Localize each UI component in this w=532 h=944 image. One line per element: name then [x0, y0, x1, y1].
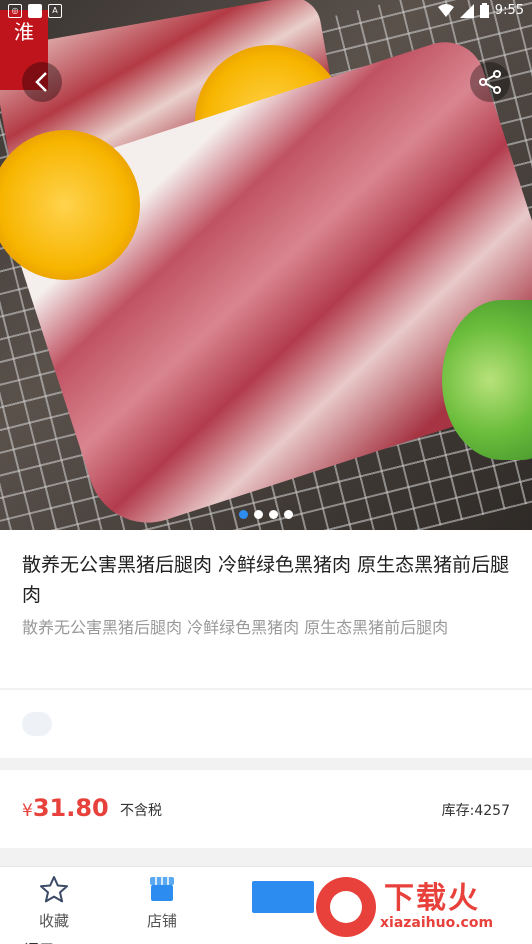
- status-bar: ◎ A 9:55: [0, 0, 532, 24]
- back-button[interactable]: [22, 62, 62, 102]
- carousel-indicator: [0, 510, 532, 519]
- product-info-card: 散养无公害黑猪后腿肉 冷鲜绿色黑猪肉 原生态黑猪前后腿肉 散养无公害黑猪后腿肉 …: [0, 530, 532, 688]
- watermark-url: xiazaihuo.com: [380, 915, 494, 931]
- site-watermark: 下载火 xiazaihuo.com: [316, 867, 532, 944]
- wifi-icon: [437, 3, 454, 17]
- price-value: 31.80: [32, 794, 109, 822]
- spec-selector-row[interactable]: [0, 690, 532, 758]
- star-icon: [40, 876, 68, 903]
- battery-icon: [479, 3, 489, 18]
- carousel-dot[interactable]: [254, 510, 263, 519]
- product-price: ¥31.80: [22, 794, 109, 822]
- price-card: ¥31.80 不含税 库存:4257: [0, 770, 532, 848]
- flame-logo-icon: [316, 877, 376, 937]
- watermark-text: 下载火: [384, 881, 480, 916]
- product-detail-page: 淮 ◎ A 9:55 散养无公害黑猪后腿肉 冷鲜绿色黑猪肉 原生态黑猪前后腿肉 …: [0, 0, 532, 944]
- product-subtitle: 散养无公害黑猪后腿肉 冷鲜绿色黑猪肉 原生态黑猪前后腿肉: [22, 618, 449, 637]
- share-icon: [479, 70, 501, 94]
- add-to-cart-button[interactable]: [252, 881, 314, 913]
- shop-button[interactable]: 店铺: [127, 875, 197, 931]
- spec-chip[interactable]: [22, 712, 52, 736]
- bottom-action-bar: 收藏 店铺 下载火 xiazaihuo.com 评用: [0, 866, 532, 944]
- favorite-label: 收藏: [38, 912, 69, 930]
- status-time: 9:55: [494, 3, 524, 18]
- cut-off-label: 评用: [24, 939, 54, 944]
- app-icon: A: [48, 4, 62, 18]
- stock-count: 库存:4257: [441, 803, 510, 819]
- product-title: 散养无公害黑猪后腿肉 冷鲜绿色黑猪肉 原生态黑猪前后腿肉: [22, 554, 510, 606]
- product-image-carousel[interactable]: 淮: [0, 0, 532, 530]
- chevron-left-icon: [35, 72, 47, 92]
- store-icon: [150, 877, 174, 901]
- signal-icon: [459, 3, 474, 18]
- notification-icon: ◎: [8, 4, 22, 18]
- square-icon: [28, 4, 42, 18]
- favorite-button[interactable]: 收藏: [19, 875, 89, 931]
- carousel-dot[interactable]: [284, 510, 293, 519]
- shop-label: 店铺: [146, 912, 177, 930]
- share-button[interactable]: [470, 62, 510, 102]
- tax-note: 不含税: [120, 803, 162, 819]
- carousel-dot[interactable]: [239, 510, 248, 519]
- currency-symbol: ¥: [22, 801, 33, 821]
- carousel-dot[interactable]: [269, 510, 278, 519]
